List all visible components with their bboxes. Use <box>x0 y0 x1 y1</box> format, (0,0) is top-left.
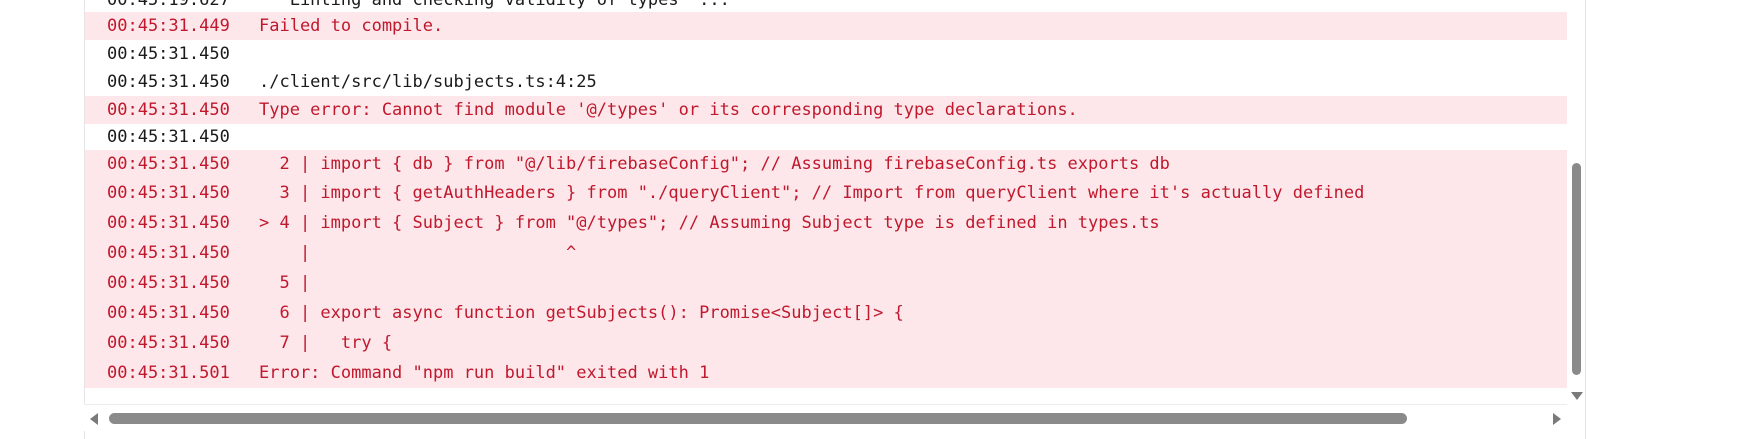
scroll-down-arrow-icon[interactable] <box>1571 392 1583 400</box>
log-row: 00:45:31.450 Type error: Cannot find modu… <box>85 96 1567 124</box>
log-message: > 4 | import { Subject } from "@/types";… <box>259 213 1160 233</box>
log-message: 5 | <box>259 273 311 293</box>
log-message: | ^ <box>259 243 577 263</box>
log-message: 3 | import { getAuthHeaders } from "./qu… <box>259 183 1365 203</box>
log-row: 00:45:31.450 | ^ <box>85 238 1567 268</box>
log-timestamp: 00:45:31.450 <box>107 273 230 293</box>
log-row: 00:45:31.450 2 | import { db } from "@/l… <box>85 150 1567 178</box>
log-rows: 00:45:19.627 Linting and checking validi… <box>85 0 1567 388</box>
log-row: 00:45:19.627 Linting and checking validi… <box>85 0 1567 12</box>
log-message: Error: Command "npm run build" exited wi… <box>259 363 710 383</box>
log-timestamp: 00:45:31.449 <box>107 16 230 36</box>
log-message: 7 | try { <box>259 333 393 353</box>
build-log-panel: 00:45:19.627 Linting and checking validi… <box>84 0 1586 439</box>
log-message: Type error: Cannot find module '@/types'… <box>259 100 1078 120</box>
log-message: Failed to compile. <box>259 16 444 36</box>
log-row: 00:45:31.449 Failed to compile. <box>85 12 1567 40</box>
log-timestamp: 00:45:31.450 <box>107 154 230 174</box>
log-row: 00:45:31.450 > 4 | import { Subject } fro… <box>85 208 1567 238</box>
horizontal-scrollbar-thumb[interactable] <box>109 413 1407 424</box>
log-message: 6 | export async function getSubjects():… <box>259 303 904 323</box>
log-message: ./client/src/lib/subjects.ts:4:25 <box>259 72 597 92</box>
log-timestamp: 00:45:31.450 <box>107 183 230 203</box>
log-timestamp: 00:45:31.450 <box>107 213 230 233</box>
log-message: Linting and checking validity of types .… <box>259 0 730 10</box>
log-row: 00:45:31.450 6 | export async function g… <box>85 298 1567 328</box>
log-row: 00:45:31.450 3 | import { getAuthHeaders… <box>85 178 1567 208</box>
log-row: 00:45:31.450 5 | <box>85 268 1567 298</box>
log-message: 2 | import { db } from "@/lib/firebaseCo… <box>259 154 1170 174</box>
log-row: 00:45:31.450 <box>85 40 1567 68</box>
vertical-scrollbar[interactable] <box>1567 0 1584 410</box>
vertical-scrollbar-thumb[interactable] <box>1572 163 1581 375</box>
log-row: 00:45:31.450 <box>85 124 1567 150</box>
log-timestamp: 00:45:19.627 <box>107 0 230 10</box>
log-timestamp: 00:45:31.450 <box>107 44 230 64</box>
scroll-right-arrow-icon[interactable] <box>1553 413 1561 425</box>
log-timestamp: 00:45:31.450 <box>107 243 230 263</box>
log-row: 00:45:31.450 7 | try { <box>85 328 1567 358</box>
log-timestamp: 00:45:31.450 <box>107 127 230 147</box>
log-timestamp: 00:45:31.450 <box>107 333 230 353</box>
log-row: 00:45:31.450 ./client/src/lib/subjects.ts… <box>85 68 1567 96</box>
horizontal-scrollbar[interactable] <box>84 404 1567 431</box>
log-timestamp: 00:45:31.450 <box>107 303 230 323</box>
log-row: 00:45:31.501 Error: Command "npm run buil… <box>85 358 1567 388</box>
log-timestamp: 00:45:31.450 <box>107 72 230 92</box>
scroll-left-arrow-icon[interactable] <box>90 413 98 425</box>
log-timestamp: 00:45:31.450 <box>107 100 230 120</box>
log-timestamp: 00:45:31.501 <box>107 363 230 383</box>
